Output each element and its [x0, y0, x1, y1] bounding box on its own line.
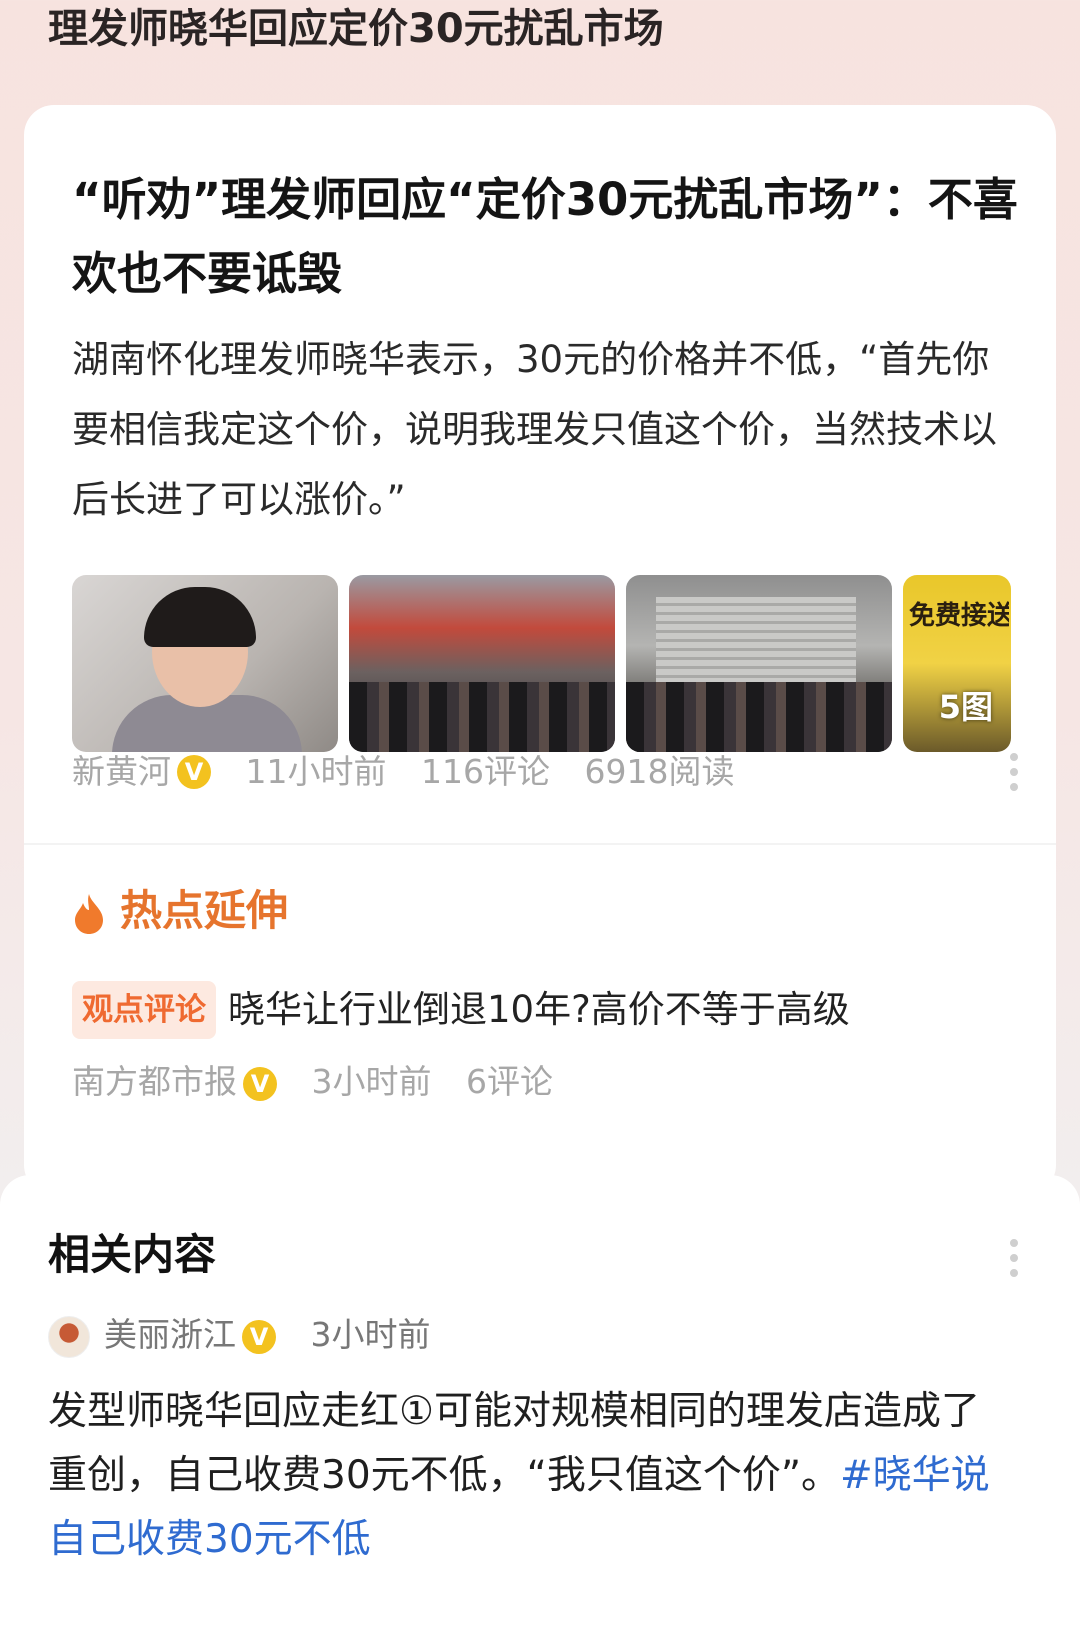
flame-icon	[75, 893, 103, 934]
hot-extension-item-title[interactable]: 晓华让行业倒退10年?高价不等于高级	[228, 981, 850, 1039]
related-section: 相关内容 美丽浙江 V 3小时前 发型师晓华回应走红①可能对规模相同的理发店造成了…	[0, 1175, 1080, 1645]
comment-count[interactable]: 6评论	[466, 1062, 553, 1101]
image-count-badge: 5图	[938, 688, 993, 726]
more-vertical-icon[interactable]	[1010, 753, 1018, 791]
article-headline[interactable]: “听劝”理发师回应“定价30元扰乱市场”：不喜欢也不要诋毁	[72, 163, 1022, 311]
article-meta: 新黄河 V 11小时前 116评论 6918阅读	[72, 745, 1032, 795]
avatar[interactable]	[48, 1315, 90, 1358]
article-summary[interactable]: 湖南怀化理发师晓华表示，30元的价格并不低，“首先你要相信我定这个价，说明我理发…	[72, 325, 1012, 535]
banner-text: 免费接送 晓华老师粉丝团	[909, 601, 1009, 631]
hair-shape	[144, 587, 256, 647]
publish-time: 3小时前	[311, 1062, 432, 1101]
crowd-shape	[349, 682, 615, 752]
more-vertical-icon[interactable]	[1010, 1239, 1018, 1277]
thumbnail-3[interactable]	[626, 575, 892, 752]
thumbnail-4[interactable]: 免费接送 晓华老师粉丝团 5图	[903, 575, 1011, 752]
opinion-tag: 观点评论	[72, 981, 216, 1039]
related-post-text[interactable]: 发型师晓华回应走红①可能对规模相同的理发店造成了重创，自己收费30元不低，“我只…	[48, 1380, 1008, 1572]
related-author-row: 美丽浙江 V 3小时前	[48, 1305, 431, 1365]
hot-extension-meta: 南方都市报 V 3小时前 6评论	[72, 1057, 553, 1107]
crowd-shape	[626, 682, 892, 752]
author-name[interactable]: 美丽浙江	[104, 1315, 236, 1354]
publish-time: 11小时前	[245, 751, 387, 791]
page-title: 理发师晓华回应定价30元扰乱市场	[48, 6, 664, 52]
thumbnail-2[interactable]	[349, 575, 615, 752]
thumbnail-1[interactable]	[72, 575, 338, 752]
related-title: 相关内容	[48, 1230, 217, 1279]
v-verified-icon: V	[243, 1066, 277, 1101]
source-name[interactable]: 新黄河	[72, 747, 171, 797]
publish-time: 3小时前	[310, 1315, 431, 1354]
hot-extension-item[interactable]: 观点评论 晓华让行业倒退10年?高价不等于高级	[72, 981, 1032, 1041]
section-divider	[24, 843, 1056, 845]
read-count: 6918阅读	[584, 751, 735, 791]
article-card: “听劝”理发师回应“定价30元扰乱市场”：不喜欢也不要诋毁 湖南怀化理发师晓华表…	[24, 105, 1056, 1195]
v-verified-icon: V	[177, 754, 211, 789]
hot-extension-title: 热点延伸	[120, 886, 289, 935]
v-verified-icon: V	[242, 1319, 276, 1354]
image-gallery: 免费接送 晓华老师粉丝团 5图	[72, 575, 1056, 752]
comment-count[interactable]: 116评论	[421, 747, 550, 797]
hot-extension-header: 热点延伸	[72, 879, 288, 943]
source-name[interactable]: 南方都市报	[72, 1062, 237, 1101]
